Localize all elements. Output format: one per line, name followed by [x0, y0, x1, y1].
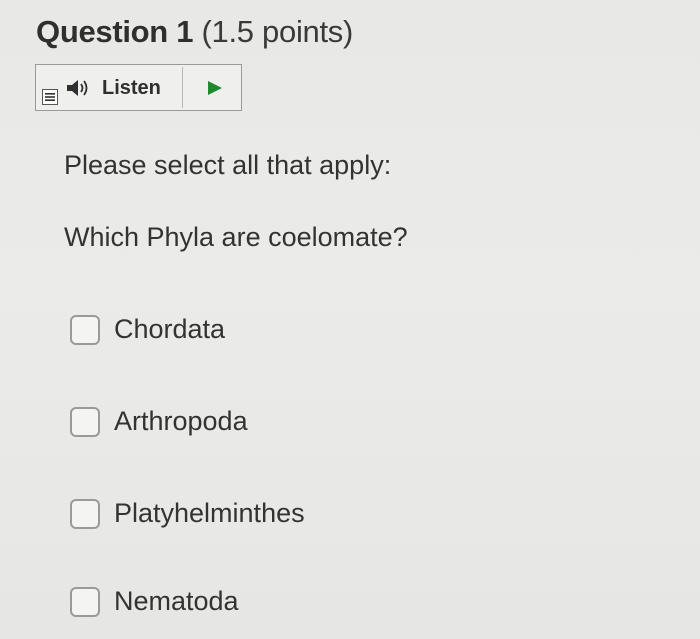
question-prompt: Which Phyla are coelomate? [64, 222, 408, 252]
checkbox[interactable] [70, 406, 100, 437]
option-chordata[interactable]: Chordata [70, 314, 225, 345]
option-label: Chordata [114, 314, 226, 344]
instruction-text: Please select all that apply: [64, 150, 392, 180]
play-icon[interactable] [206, 79, 224, 97]
quiz-page: Question 1 (1.5 points) Listen Please se… [0, 0, 700, 639]
menu-icon[interactable] [42, 89, 58, 105]
question-header: Question 1 (1.5 points) [36, 14, 353, 50]
option-platyhelminthes[interactable]: Platyhelminthes [70, 498, 305, 529]
checkbox[interactable] [70, 586, 100, 617]
listen-label: Listen [102, 76, 161, 99]
question-points: (1.5 points) [201, 14, 354, 49]
option-label: Platyhelminthes [114, 498, 305, 528]
question-title: Question 1 [36, 14, 194, 49]
option-label: Arthropoda [114, 406, 248, 436]
option-label: Nematoda [114, 586, 239, 616]
listen-button[interactable]: Listen [66, 71, 161, 105]
toolbar-divider [182, 67, 183, 108]
checkbox[interactable] [70, 498, 100, 529]
checkbox[interactable] [70, 314, 100, 345]
option-nematoda[interactable]: Nematoda [70, 586, 239, 617]
listen-toolbar: Listen [35, 64, 242, 111]
option-arthropoda[interactable]: Arthropoda [70, 406, 248, 437]
speaker-icon [67, 80, 88, 96]
